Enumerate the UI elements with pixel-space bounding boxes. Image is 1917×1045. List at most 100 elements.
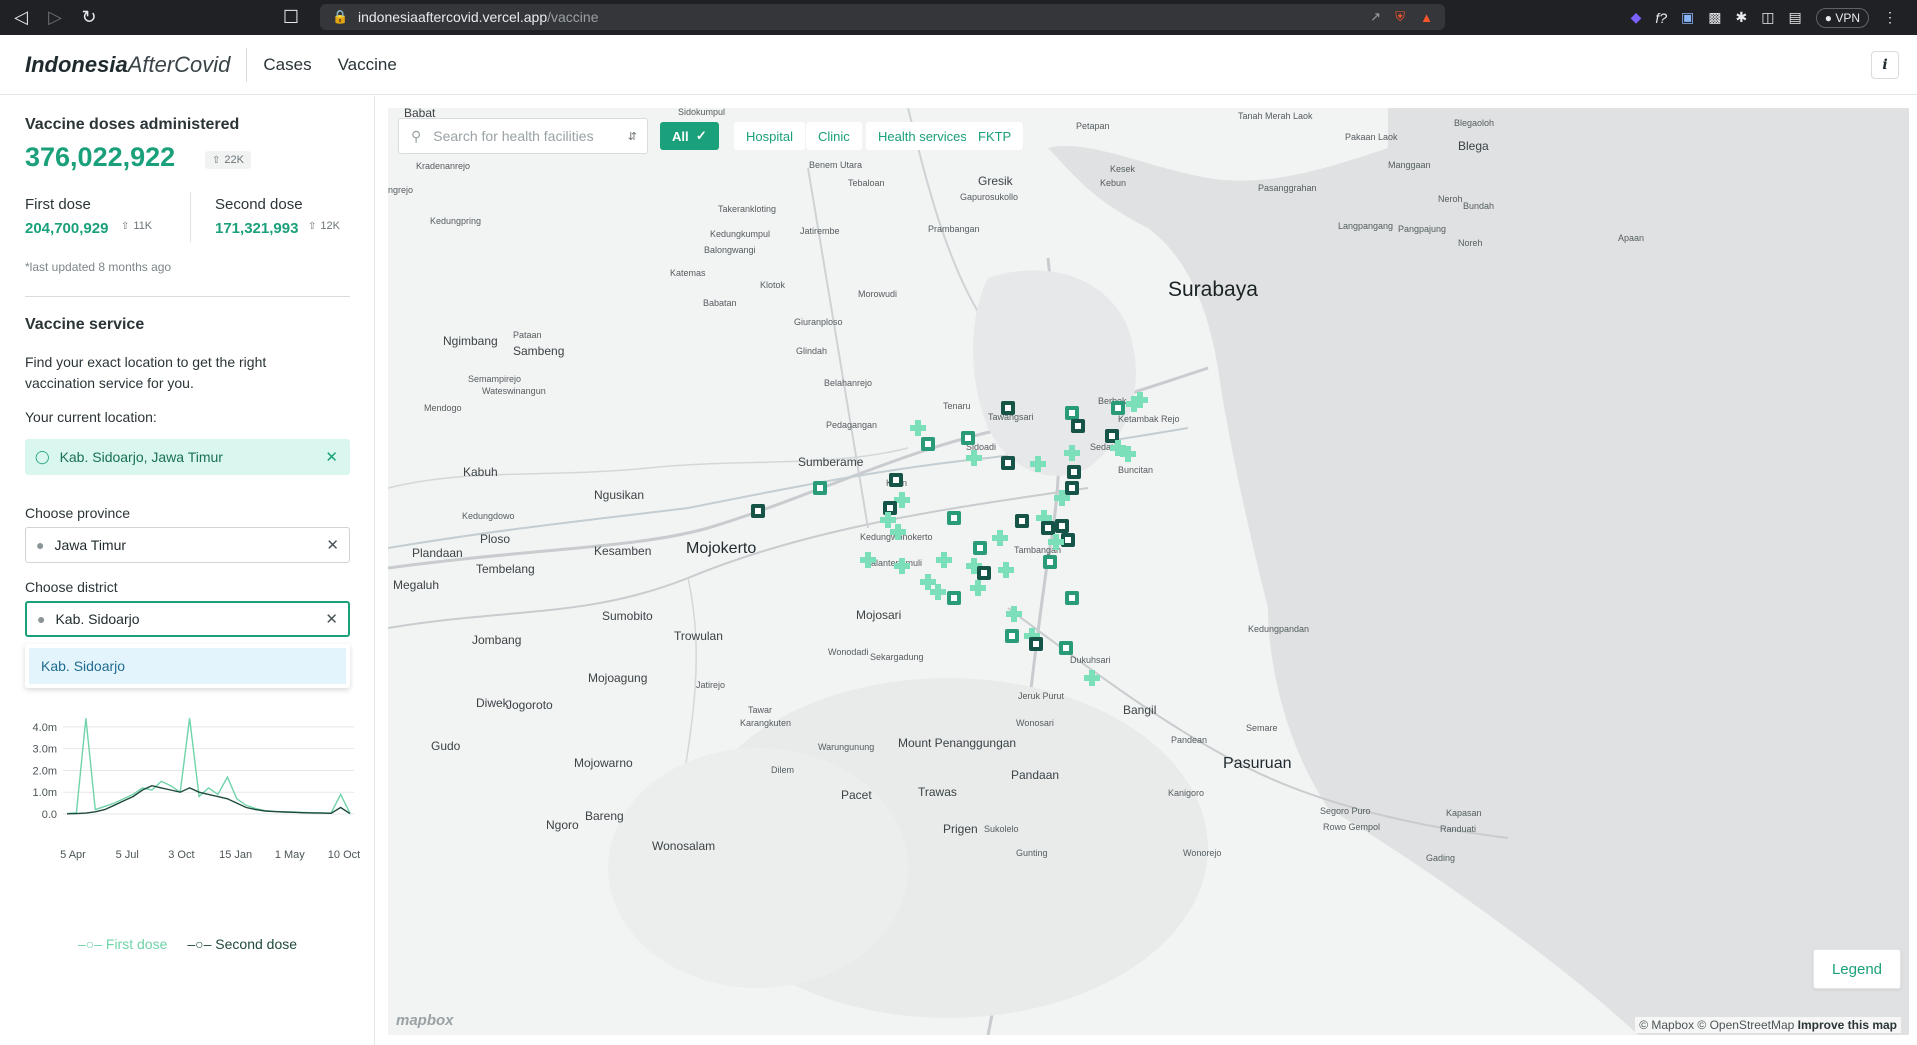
hospital-marker[interactable] <box>751 504 765 518</box>
sidebar: Vaccine doses administered 376,022,922 ⇧… <box>0 96 375 1045</box>
legend-second-dose[interactable]: –○– Second dose <box>187 936 297 952</box>
sidebar-toggle-icon[interactable]: ◫ <box>1761 9 1774 26</box>
nav-cases-link[interactable]: Cases <box>263 55 311 75</box>
health-service-marker[interactable] <box>966 450 982 466</box>
hospital-marker[interactable] <box>1015 514 1029 528</box>
x-tick-label: 1 May <box>275 849 305 861</box>
extension-icon[interactable]: ◆ <box>1631 9 1642 26</box>
health-service-marker[interactable] <box>1064 445 1080 461</box>
dose-divider <box>190 192 191 242</box>
hospital-marker[interactable] <box>1029 637 1043 651</box>
translate-icon[interactable]: ▣ <box>1681 9 1694 26</box>
health-service-marker[interactable] <box>998 562 1014 578</box>
health-service-marker[interactable] <box>860 552 876 568</box>
health-service-marker[interactable] <box>930 584 946 600</box>
health-service-marker[interactable] <box>1006 606 1022 622</box>
wallet-icon[interactable]: ▤ <box>1788 9 1801 26</box>
facility-map[interactable]: Surabaya Mojokerto Pasuruan Babat Sidokumpul… <box>388 108 1909 1035</box>
filter-health-services[interactable]: Health services <box>866 122 979 150</box>
improve-map-link[interactable]: Improve this map <box>1798 1018 1897 1032</box>
calendar-extension-icon[interactable]: ▩ <box>1708 9 1721 26</box>
share-icon[interactable]: ↗ <box>1370 9 1381 25</box>
clinic-marker[interactable] <box>947 591 961 605</box>
health-service-marker[interactable] <box>970 580 986 596</box>
health-service-marker[interactable] <box>910 420 926 436</box>
legend-button[interactable]: Legend <box>1813 949 1901 989</box>
health-service-marker[interactable] <box>1084 670 1100 686</box>
arrow-up-icon: ⇧ <box>212 155 221 166</box>
menu-icon[interactable]: ⋮ <box>1883 9 1897 26</box>
clinic-marker[interactable] <box>1065 406 1079 420</box>
hospital-marker[interactable] <box>1067 465 1081 479</box>
back-icon[interactable]: ◁ <box>8 5 34 31</box>
filter-all[interactable]: All ✓ <box>660 122 719 150</box>
clear-location-icon[interactable]: ✕ <box>325 448 338 466</box>
hospital-marker[interactable] <box>1041 521 1055 535</box>
first-dose-line <box>66 718 351 815</box>
clinic-marker[interactable] <box>1111 401 1125 415</box>
health-service-marker[interactable] <box>894 558 910 574</box>
hospital-marker[interactable] <box>889 473 903 487</box>
info-button[interactable]: i <box>1871 51 1899 79</box>
bookmark-icon[interactable]: ☐ <box>278 5 304 31</box>
mapbox-logo[interactable]: mapbox <box>396 1012 454 1029</box>
legend-first-dose[interactable]: –○– First dose <box>78 936 167 952</box>
first-delta: 11K <box>133 220 153 232</box>
health-service-marker[interactable] <box>890 524 906 540</box>
clinic-marker[interactable] <box>921 437 935 451</box>
url-text: indonesiaaftercovid.vercel.app/vaccine <box>358 9 598 25</box>
address-bar[interactable]: 🔒 indonesiaaftercovid.vercel.app/vaccine… <box>320 4 1445 30</box>
clinic-marker[interactable] <box>1043 555 1057 569</box>
district-input[interactable]: ● Kab. Sidoarjo ✕ <box>25 601 350 637</box>
puzzle-icon[interactable]: ✱ <box>1736 9 1748 26</box>
clinic-marker[interactable] <box>1059 641 1073 655</box>
vaccine-service-title: Vaccine service <box>25 316 145 333</box>
facility-search-input[interactable]: ⚲ Search for health facilities ⇵ <box>398 118 648 154</box>
hospital-marker[interactable] <box>1055 519 1069 533</box>
hospital-marker[interactable] <box>1065 481 1079 495</box>
clinic-marker[interactable] <box>973 541 987 555</box>
hospital-marker[interactable] <box>1001 401 1015 415</box>
province-select[interactable]: ● Jawa Timur ✕ <box>25 527 350 563</box>
filter-hospital[interactable]: Hospital <box>734 122 805 150</box>
url-host: indonesiaaftercovid.vercel.app <box>358 9 548 25</box>
y-tick-label: 2.0m <box>33 765 57 777</box>
doses-total: 376,022,922 <box>25 142 176 172</box>
clinic-marker[interactable] <box>961 431 975 445</box>
chart-legend: –○– First dose –○– Second dose <box>0 936 375 952</box>
clear-province-icon[interactable]: ✕ <box>326 536 339 554</box>
y-tick-label: 0.0 <box>42 809 57 821</box>
rewards-icon[interactable]: ▲ <box>1420 10 1433 25</box>
hospital-marker[interactable] <box>1071 419 1085 433</box>
nav-vaccine-link[interactable]: Vaccine <box>338 55 397 75</box>
reload-icon[interactable]: ↻ <box>76 5 102 31</box>
forward-icon[interactable]: ▷ <box>42 5 68 31</box>
current-location-label: Your current location: <box>25 409 157 425</box>
location-icon: ◯ <box>35 449 50 464</box>
sort-caret-icon: ⇵ <box>627 130 637 143</box>
clinic-marker[interactable] <box>813 481 827 495</box>
clinic-marker[interactable] <box>1065 591 1079 605</box>
legend-second-dose-label: Second dose <box>215 936 298 952</box>
filter-fktp[interactable]: FKTP <box>966 122 1024 150</box>
health-service-marker[interactable] <box>992 530 1008 546</box>
clear-district-icon[interactable]: ✕ <box>325 610 338 628</box>
y-tick-label: 4.0m <box>33 722 57 734</box>
brave-shield-icon[interactable]: ⛨ <box>1395 9 1405 25</box>
site-logo[interactable]: IndonesiaAfterCovid <box>25 52 230 78</box>
total-delta-badge: ⇧ 22K <box>205 151 251 169</box>
formula-extension-icon[interactable]: f? <box>1655 10 1667 26</box>
health-service-marker[interactable] <box>936 552 952 568</box>
clinic-marker[interactable] <box>1005 629 1019 643</box>
clinic-marker[interactable] <box>947 511 961 525</box>
health-service-marker[interactable] <box>920 574 936 590</box>
district-option[interactable]: Kab. Sidoarjo <box>29 648 346 684</box>
section-divider <box>25 296 350 297</box>
hospital-marker[interactable] <box>977 566 991 580</box>
district-label: Choose district <box>25 579 118 595</box>
x-tick-label: 15 Jan <box>219 849 252 861</box>
health-service-marker[interactable] <box>1030 456 1046 472</box>
hospital-marker[interactable] <box>1001 456 1015 470</box>
filter-clinic[interactable]: Clinic <box>806 122 862 150</box>
vpn-button[interactable]: ● VPN <box>1815 7 1869 28</box>
